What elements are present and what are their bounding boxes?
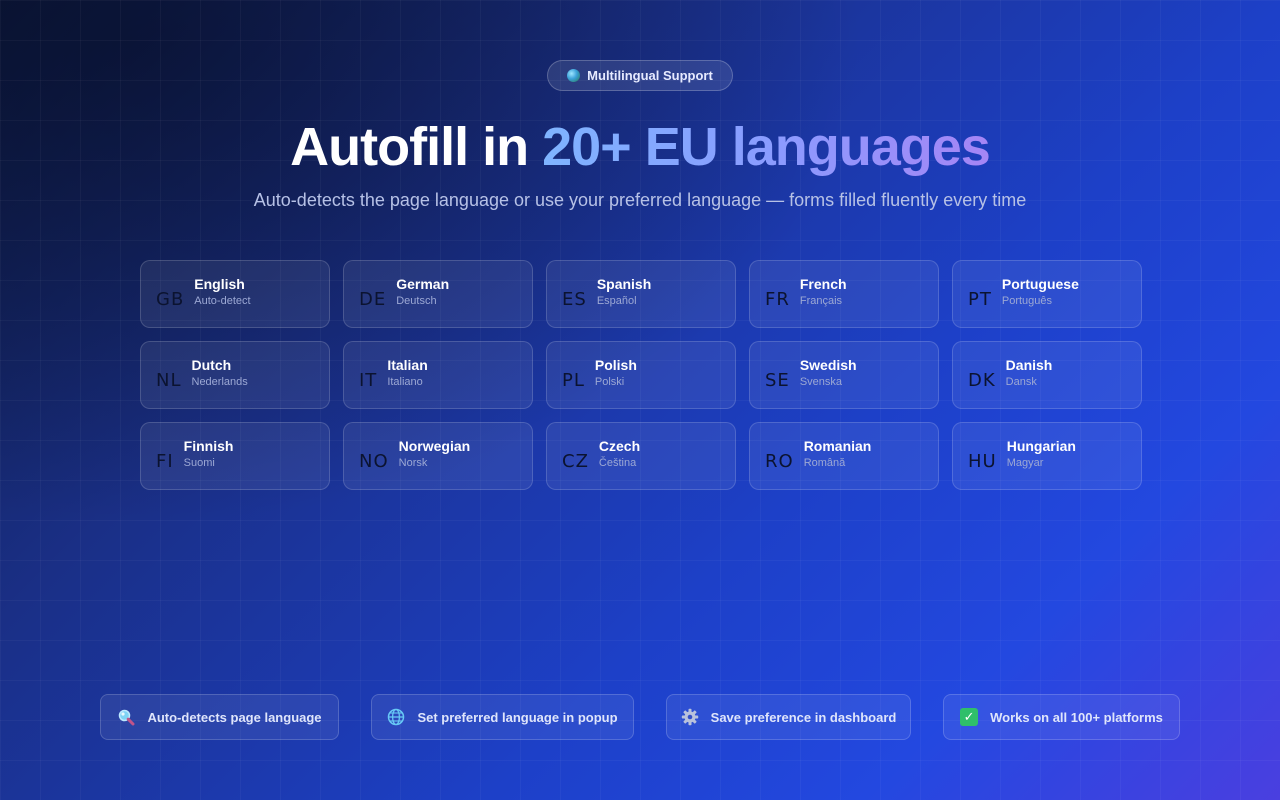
language-card-german[interactable]: DE German Deutsch xyxy=(343,260,533,328)
page-title: Autofill in 20+ EU languages xyxy=(0,112,1280,182)
feature-preferred-language: Set preferred language in popup xyxy=(371,694,634,740)
multilingual-badge: Multilingual Support xyxy=(547,60,733,91)
language-native-name: Svenska xyxy=(799,376,843,388)
language-native-name: Suomi xyxy=(183,457,215,469)
language-name: Italian xyxy=(387,357,428,373)
language-native-name: Norsk xyxy=(398,457,428,469)
language-name: Polish xyxy=(594,357,637,373)
language-native-name: Čeština xyxy=(598,457,637,469)
language-code: RO xyxy=(765,450,794,472)
language-card-norwegian[interactable]: NO Norwegian Norsk xyxy=(343,422,533,490)
language-native-name: Polski xyxy=(594,376,625,388)
language-code: PL xyxy=(562,369,585,391)
language-native-name: Italiano xyxy=(387,376,423,388)
language-card-french[interactable]: FR French Français xyxy=(749,260,939,328)
language-code: CZ xyxy=(562,450,589,472)
language-name: Swedish xyxy=(799,357,857,373)
feature-label: Works on all 100+ platforms xyxy=(990,709,1163,725)
language-card-italian[interactable]: IT Italian Italiano xyxy=(343,341,533,409)
feature-label: Set preferred language in popup xyxy=(417,709,618,725)
language-native-name: Dansk xyxy=(1005,376,1037,388)
language-code: SE xyxy=(765,369,790,391)
language-name: Romanian xyxy=(803,438,872,454)
language-card-english[interactable]: GB English Auto-detect xyxy=(140,260,330,328)
language-name: Danish xyxy=(1005,357,1053,373)
badge-label: Multilingual Support xyxy=(587,68,713,83)
language-code: IT xyxy=(359,369,378,391)
language-card-czech[interactable]: CZ Czech Čeština xyxy=(546,422,736,490)
language-grid: GB English Auto-detect DE German Deutsch… xyxy=(140,260,1142,490)
language-card-hungarian[interactable]: HU Hungarian Magyar xyxy=(952,422,1142,490)
language-code: FI xyxy=(156,450,174,472)
language-name: Spanish xyxy=(596,276,652,292)
magnifier-icon xyxy=(117,708,135,726)
feature-save-preference: Save preference in dashboard xyxy=(666,694,911,740)
language-native-name: Deutsch xyxy=(396,295,437,307)
title-plain: Autofill in xyxy=(290,117,543,177)
gear-icon xyxy=(681,708,699,726)
globe-icon xyxy=(387,708,405,726)
language-card-swedish[interactable]: SE Swedish Svenska xyxy=(749,341,939,409)
language-code: PT xyxy=(968,288,992,310)
globe-icon xyxy=(567,69,581,82)
language-code: DK xyxy=(968,369,996,391)
feature-label: Save preference in dashboard xyxy=(710,709,897,725)
feature-all-platforms: ✓ Works on all 100+ platforms xyxy=(943,694,1180,740)
feature-row: Auto-detects page language Set preferred… xyxy=(0,694,1280,740)
language-name: English xyxy=(194,276,245,292)
language-card-romanian[interactable]: RO Romanian Română xyxy=(749,422,939,490)
language-card-danish[interactable]: DK Danish Dansk xyxy=(952,341,1142,409)
language-code: NL xyxy=(156,369,182,391)
language-native-name: Magyar xyxy=(1006,457,1044,469)
feature-label: Auto-detects page language xyxy=(147,709,322,725)
language-code: NO xyxy=(359,450,389,472)
language-name: Portuguese xyxy=(1001,276,1079,292)
feature-auto-detect: Auto-detects page language xyxy=(100,694,339,740)
language-name: German xyxy=(396,276,450,292)
language-name: French xyxy=(799,276,847,292)
language-native-name: Română xyxy=(803,457,846,469)
language-code: DE xyxy=(359,288,387,310)
language-name: Finnish xyxy=(183,438,234,454)
language-code: FR xyxy=(765,288,790,310)
language-card-spanish[interactable]: ES Spanish Español xyxy=(546,260,736,328)
language-code: GB xyxy=(156,288,185,310)
page-subtitle: Auto-detects the page language or use yo… xyxy=(253,190,1027,210)
language-card-dutch[interactable]: NL Dutch Nederlands xyxy=(140,341,330,409)
language-card-polish[interactable]: PL Polish Polski xyxy=(546,341,736,409)
language-code: HU xyxy=(968,450,997,472)
language-name: Czech xyxy=(598,438,641,454)
language-native-name: Español xyxy=(596,295,637,307)
language-name: Hungarian xyxy=(1006,438,1076,454)
language-native-name: Français xyxy=(799,295,843,307)
language-code: ES xyxy=(562,288,587,310)
language-native-name: Nederlands xyxy=(191,376,248,388)
language-card-finnish[interactable]: FI Finnish Suomi xyxy=(140,422,330,490)
language-name: Dutch xyxy=(191,357,232,373)
language-native-name: Português xyxy=(1001,295,1053,307)
checkmark-icon: ✓ xyxy=(960,708,979,726)
language-native-name: Auto-detect xyxy=(194,295,251,307)
title-accent: 20+ EU languages xyxy=(542,117,991,177)
language-name: Norwegian xyxy=(398,438,471,454)
language-card-portuguese[interactable]: PT Portuguese Português xyxy=(952,260,1142,328)
